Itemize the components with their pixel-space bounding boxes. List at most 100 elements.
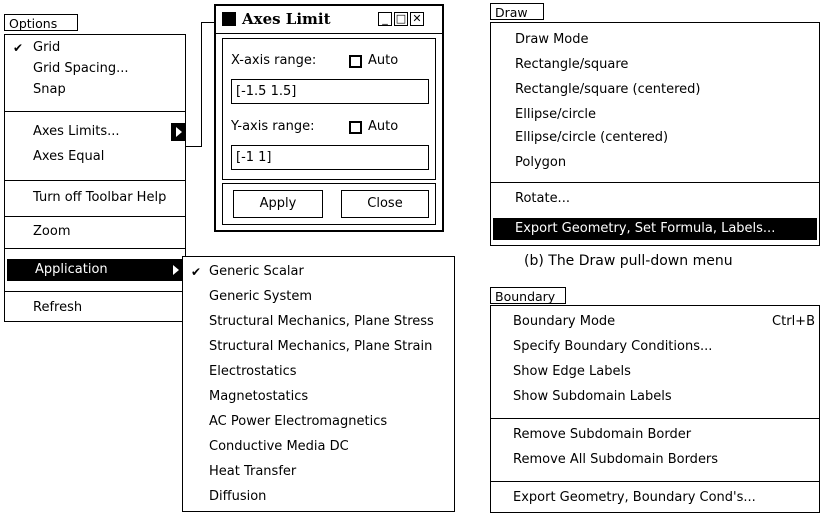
menu-item-label: Specify Boundary Conditions... (513, 339, 713, 354)
menu-separator (491, 418, 819, 419)
menu-item-label: Boundary Mode (513, 314, 616, 329)
menu-item-specify-boundary[interactable]: Specify Boundary Conditions... (491, 336, 819, 358)
submenu-item-diffusion[interactable]: Diffusion (183, 486, 454, 508)
menu-item-rotate[interactable]: Rotate... (491, 188, 819, 210)
menu-item-label: Export Geometry, Boundary Cond's... (513, 490, 756, 505)
menu-item-label: Axes Equal (33, 149, 105, 164)
submenu-item-conductive-media[interactable]: Conductive Media DC (183, 436, 454, 458)
menu-item-label: Electrostatics (209, 364, 297, 379)
menu-separator (5, 216, 185, 217)
menu-item-refresh[interactable]: Refresh (5, 297, 185, 319)
menu-item-label: Zoom (33, 224, 71, 239)
menu-item-label: Remove All Subdomain Borders (513, 452, 719, 467)
menu-item-toolbar-help[interactable]: Turn off Toolbar Help (5, 187, 185, 209)
menu-separator (5, 291, 185, 292)
close-button[interactable]: Close (341, 190, 429, 218)
axes-limit-dialog: Axes Limit _ □ ✕ X-axis range: Auto [-1.… (214, 4, 444, 232)
menu-item-zoom[interactable]: Zoom (5, 221, 185, 243)
draw-menu-title[interactable]: Draw (490, 3, 544, 20)
submenu-item-generic-system[interactable]: Generic System (183, 286, 454, 308)
maximize-icon[interactable]: □ (394, 12, 408, 26)
draw-menu-caption: (b) The Draw pull-down menu (524, 253, 733, 269)
x-auto-checkbox[interactable] (349, 55, 362, 68)
menu-item-label: Magnetostatics (209, 389, 309, 404)
menu-item-label: Rectangle/square (515, 57, 629, 72)
boundary-menu: Boundary Mode Ctrl+B Specify Boundary Co… (490, 305, 820, 513)
menu-item-show-edge-labels[interactable]: Show Edge Labels (491, 361, 819, 383)
menu-item-remove-subdomain-border[interactable]: Remove Subdomain Border (491, 424, 819, 446)
menu-item-label: Export Geometry, Set Formula, Labels... (515, 221, 776, 236)
connector-line (201, 22, 215, 23)
menu-item-label: Snap (33, 82, 66, 97)
menu-item-label: Show Edge Labels (513, 364, 631, 379)
menu-item-application[interactable]: Application (7, 259, 183, 281)
menu-separator (5, 111, 185, 112)
menu-item-grid[interactable]: ✔ Grid (5, 37, 185, 59)
menu-separator (491, 481, 819, 482)
submenu-item-generic-scalar[interactable]: ✔ Generic Scalar (183, 261, 454, 283)
menu-item-rectangle-centered[interactable]: Rectangle/square (centered) (491, 79, 819, 101)
options-menu: ✔ Grid Grid Spacing... Snap Axes Limits.… (4, 34, 186, 322)
menu-item-remove-all-borders[interactable]: Remove All Subdomain Borders (491, 449, 819, 471)
menu-item-rectangle[interactable]: Rectangle/square (491, 54, 819, 76)
menu-item-label: Generic Scalar (209, 264, 304, 279)
menu-item-polygon[interactable]: Polygon (491, 152, 819, 174)
options-menu-title[interactable]: Options (4, 14, 78, 31)
menu-item-axes-limits[interactable]: Axes Limits... (5, 121, 185, 143)
connector-line (186, 146, 202, 147)
menu-item-ellipse-centered[interactable]: Ellipse/circle (centered) (491, 127, 819, 149)
menu-item-label: Turn off Toolbar Help (33, 190, 167, 205)
menu-separator (491, 182, 819, 183)
menu-item-label: Rectangle/square (centered) (515, 82, 701, 97)
apply-button[interactable]: Apply (233, 190, 323, 218)
dialog-button-area: Apply Close (222, 183, 436, 225)
menu-item-draw-mode[interactable]: Draw Mode (491, 29, 819, 51)
menu-item-label: Heat Transfer (209, 464, 297, 479)
menu-separator (5, 180, 185, 181)
application-submenu: ✔ Generic Scalar Generic System Structur… (182, 256, 455, 512)
checkmark-icon: ✔ (191, 265, 202, 279)
arrow-right-icon (173, 265, 179, 275)
menu-item-axes-equal[interactable]: Axes Equal (5, 146, 185, 168)
shortcut-label: Ctrl+B (772, 314, 815, 329)
close-icon[interactable]: ✕ (410, 12, 424, 26)
menu-item-label: Rotate... (515, 191, 570, 206)
submenu-item-heat-transfer[interactable]: Heat Transfer (183, 461, 454, 483)
draw-menu: Draw Mode Rectangle/square Rectangle/squ… (490, 22, 820, 246)
arrow-right-icon (176, 127, 182, 137)
menu-item-export-geometry[interactable]: Export Geometry, Set Formula, Labels... (493, 218, 817, 240)
menu-item-snap[interactable]: Snap (5, 79, 185, 101)
menu-item-ellipse[interactable]: Ellipse/circle (491, 104, 819, 126)
y-axis-range-label: Y-axis range: (231, 119, 315, 134)
submenu-item-magnetostatics[interactable]: Magnetostatics (183, 386, 454, 408)
dialog-body: X-axis range: Auto [-1.5 1.5] Y-axis ran… (222, 38, 436, 180)
window-menu-icon[interactable] (222, 12, 236, 26)
y-auto-checkbox[interactable] (349, 121, 362, 134)
menu-item-label: Grid Spacing... (33, 61, 129, 76)
connector-line (201, 22, 202, 146)
menu-item-label: AC Power Electromagnetics (209, 414, 388, 429)
submenu-item-plane-strain[interactable]: Structural Mechanics, Plane Strain (183, 336, 454, 358)
dialog-titlebar: Axes Limit _ □ ✕ (216, 6, 442, 34)
checkmark-icon: ✔ (13, 41, 24, 55)
minimize-icon[interactable]: _ (378, 12, 392, 26)
menu-item-export-boundary[interactable]: Export Geometry, Boundary Cond's... (491, 487, 819, 509)
submenu-item-electrostatics[interactable]: Electrostatics (183, 361, 454, 383)
menu-item-grid-spacing[interactable]: Grid Spacing... (5, 58, 185, 80)
submenu-indicator (171, 123, 185, 141)
menu-item-label: Ellipse/circle (centered) (515, 130, 669, 145)
x-axis-range-label: X-axis range: (231, 53, 317, 68)
menu-item-label: Polygon (515, 155, 567, 170)
boundary-menu-title[interactable]: Boundary (490, 287, 566, 304)
menu-separator (5, 248, 185, 249)
menu-item-boundary-mode[interactable]: Boundary Mode Ctrl+B (491, 311, 819, 333)
menu-item-show-subdomain-labels[interactable]: Show Subdomain Labels (491, 386, 819, 408)
submenu-item-ac-power[interactable]: AC Power Electromagnetics (183, 411, 454, 433)
menu-item-label: Structural Mechanics, Plane Stress (209, 314, 434, 329)
y-auto-label: Auto (368, 119, 399, 134)
menu-item-label: Axes Limits... (33, 124, 120, 139)
submenu-item-plane-stress[interactable]: Structural Mechanics, Plane Stress (183, 311, 454, 333)
y-axis-range-field[interactable]: [-1 1] (231, 145, 429, 170)
x-axis-range-field[interactable]: [-1.5 1.5] (231, 79, 429, 104)
menu-item-label: Application (35, 262, 108, 277)
